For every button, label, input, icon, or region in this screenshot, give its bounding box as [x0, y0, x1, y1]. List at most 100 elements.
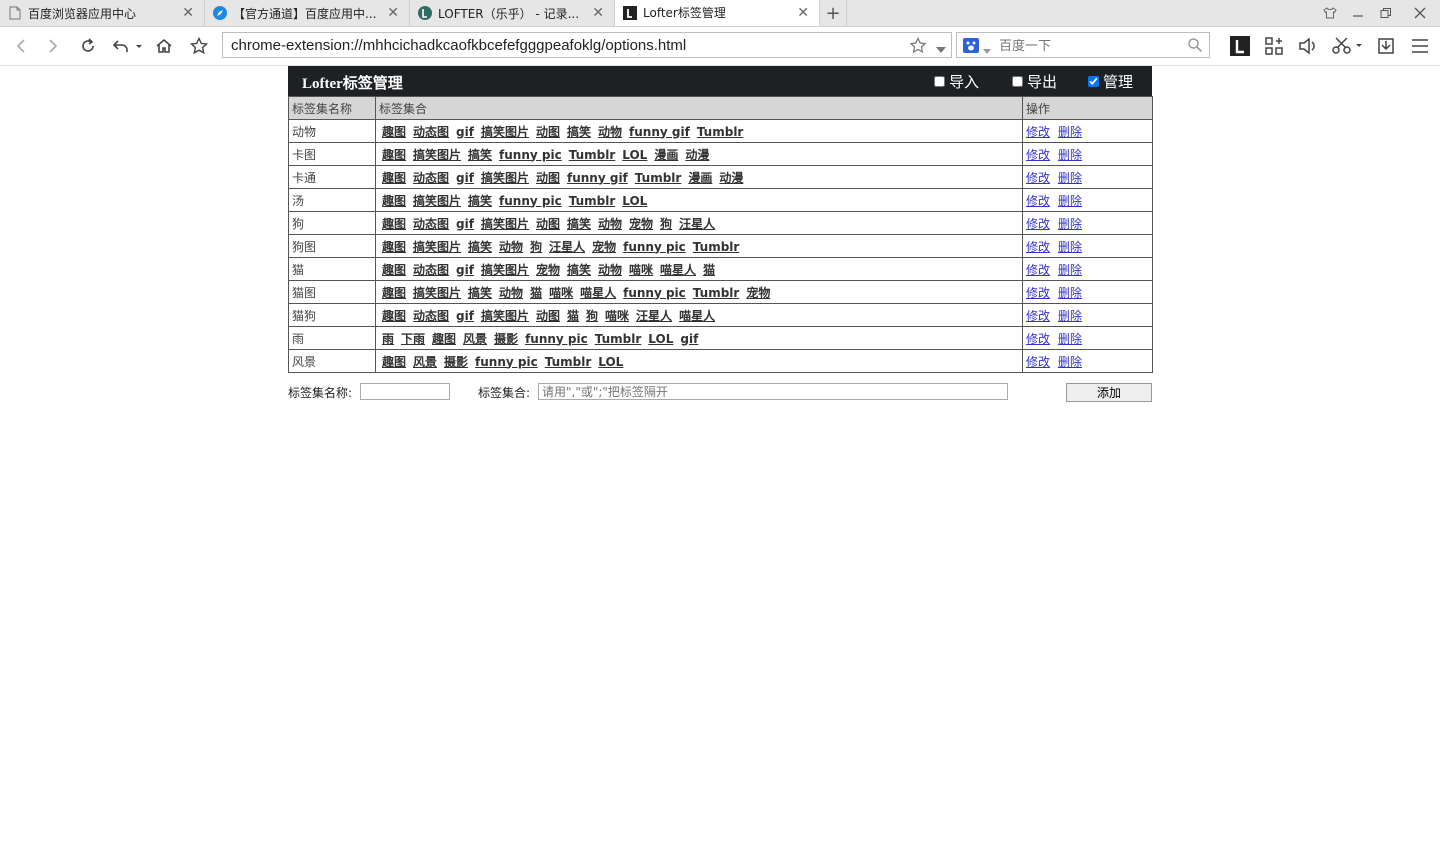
tag-link[interactable]: 宠物 — [592, 240, 616, 254]
close-icon[interactable]: ✕ — [182, 5, 194, 21]
edit-link[interactable]: 修改 — [1026, 332, 1050, 346]
tag-link[interactable]: 动漫 — [719, 171, 743, 185]
add-button[interactable]: 添加 — [1066, 383, 1152, 402]
delete-link[interactable]: 删除 — [1058, 355, 1082, 369]
delete-link[interactable]: 删除 — [1058, 240, 1082, 254]
tag-link[interactable]: 喵咪 — [605, 309, 629, 323]
tag-link[interactable]: 搞笑 — [567, 217, 591, 231]
menu-icon[interactable] — [1408, 35, 1432, 57]
edit-link[interactable]: 修改 — [1026, 125, 1050, 139]
tag-link[interactable]: funny pic — [475, 355, 538, 369]
forward-button[interactable] — [42, 35, 64, 57]
back-button[interactable] — [10, 35, 32, 57]
tag-link[interactable]: 喵咪 — [629, 263, 653, 277]
minimize-button[interactable] — [1344, 0, 1372, 26]
tag-link[interactable]: 动态图 — [413, 309, 449, 323]
tag-link[interactable]: 动漫 — [685, 148, 709, 162]
tag-link[interactable]: 摄影 — [444, 355, 468, 369]
tag-link[interactable]: 狗 — [586, 309, 598, 323]
tag-link[interactable]: 雨 — [382, 332, 394, 346]
new-tab-button[interactable]: + — [820, 0, 847, 26]
tag-link[interactable]: funny pic — [499, 194, 562, 208]
tag-link[interactable]: 漫画 — [654, 148, 678, 162]
apps-grid-icon[interactable] — [1262, 35, 1286, 57]
import-option[interactable]: 导入 — [934, 71, 979, 92]
edit-link[interactable]: 修改 — [1026, 355, 1050, 369]
tag-link[interactable]: funny pic — [623, 240, 686, 254]
tag-link[interactable]: 动物 — [598, 217, 622, 231]
bookmark-star-icon[interactable] — [188, 35, 210, 57]
tag-link[interactable]: 动图 — [536, 125, 560, 139]
tag-link[interactable]: LOL — [622, 148, 647, 162]
export-option[interactable]: 导出 — [1012, 71, 1057, 92]
tag-link[interactable]: 下雨 — [401, 332, 425, 346]
tab-app-center[interactable]: 百度浏览器应用中心 ✕ — [0, 0, 205, 26]
tag-link[interactable]: 汪星人 — [679, 217, 715, 231]
tag-link[interactable]: 搞笑图片 — [481, 263, 529, 277]
close-icon[interactable]: ✕ — [797, 5, 809, 21]
delete-link[interactable]: 删除 — [1058, 125, 1082, 139]
tag-link[interactable]: Tumblr — [569, 148, 616, 162]
tag-link[interactable]: 趣图 — [382, 125, 406, 139]
tag-link[interactable]: 搞笑图片 — [481, 217, 529, 231]
tag-link[interactable]: 趣图 — [382, 240, 406, 254]
shirt-icon[interactable] — [1316, 0, 1344, 26]
tag-link[interactable]: 搞笑 — [468, 194, 492, 208]
delete-link[interactable]: 删除 — [1058, 263, 1082, 277]
tag-link[interactable]: gif — [456, 217, 474, 231]
tag-link[interactable]: 趣图 — [432, 332, 456, 346]
edit-link[interactable]: 修改 — [1026, 217, 1050, 231]
tag-link[interactable]: 宠物 — [536, 263, 560, 277]
manage-checkbox[interactable] — [1088, 76, 1099, 87]
tab-lofter-tag-manager[interactable]: Lofter标签管理 ✕ — [615, 0, 820, 26]
tag-link[interactable]: 搞笑 — [468, 240, 492, 254]
tag-link[interactable]: 搞笑图片 — [481, 125, 529, 139]
tag-link[interactable]: gif — [456, 263, 474, 277]
tag-link[interactable]: 宠物 — [629, 217, 653, 231]
restore-button[interactable] — [1372, 0, 1400, 26]
tag-link[interactable]: 喵星人 — [679, 309, 715, 323]
tag-link[interactable]: 搞笑图片 — [413, 240, 461, 254]
tag-link[interactable]: 宠物 — [746, 286, 770, 300]
tag-link[interactable]: 搞笑图片 — [413, 286, 461, 300]
tag-link[interactable]: Tumblr — [569, 194, 616, 208]
scissors-icon[interactable] — [1330, 35, 1364, 57]
edit-link[interactable]: 修改 — [1026, 240, 1050, 254]
search-box[interactable] — [956, 32, 1210, 58]
tag-link[interactable]: gif — [456, 125, 474, 139]
tag-link[interactable]: 动图 — [536, 217, 560, 231]
tag-link[interactable]: 风景 — [413, 355, 437, 369]
tag-link[interactable]: Tumblr — [693, 240, 740, 254]
tag-link[interactable]: 动态图 — [413, 125, 449, 139]
tag-link[interactable]: 趣图 — [382, 171, 406, 185]
tag-link[interactable]: 动物 — [598, 263, 622, 277]
export-checkbox[interactable] — [1012, 76, 1023, 87]
close-icon[interactable]: ✕ — [387, 5, 399, 21]
tag-link[interactable]: funny pic — [623, 286, 686, 300]
tag-link[interactable]: 狗 — [530, 240, 542, 254]
reload-button[interactable] — [77, 35, 99, 57]
close-icon[interactable]: ✕ — [592, 5, 604, 21]
tag-link[interactable]: funny gif — [567, 171, 628, 185]
dropdown-arrow-icon[interactable] — [983, 43, 991, 57]
delete-link[interactable]: 删除 — [1058, 286, 1082, 300]
tag-link[interactable]: funny pic — [499, 148, 562, 162]
tab-lofter[interactable]: LOFTER（乐乎） - 记录... ✕ — [410, 0, 615, 26]
tag-link[interactable]: 动图 — [536, 309, 560, 323]
tag-link[interactable]: 动物 — [499, 286, 523, 300]
tag-link[interactable]: 搞笑图片 — [481, 309, 529, 323]
tag-link[interactable]: 汪星人 — [636, 309, 672, 323]
tag-link[interactable]: 趣图 — [382, 355, 406, 369]
delete-link[interactable]: 删除 — [1058, 217, 1082, 231]
tag-link[interactable]: Tumblr — [545, 355, 592, 369]
edit-link[interactable]: 修改 — [1026, 171, 1050, 185]
tag-link[interactable]: LOL — [648, 332, 673, 346]
tag-link[interactable]: 动态图 — [413, 217, 449, 231]
tag-link[interactable]: 汪星人 — [549, 240, 585, 254]
address-bar[interactable]: chrome-extension://mhhcichadkcaofkbcefef… — [222, 32, 952, 58]
tag-link[interactable]: 搞笑 — [567, 263, 591, 277]
tag-link[interactable]: 动图 — [536, 171, 560, 185]
tag-link[interactable]: 喵星人 — [580, 286, 616, 300]
edit-link[interactable]: 修改 — [1026, 309, 1050, 323]
search-icon[interactable] — [1187, 37, 1203, 56]
